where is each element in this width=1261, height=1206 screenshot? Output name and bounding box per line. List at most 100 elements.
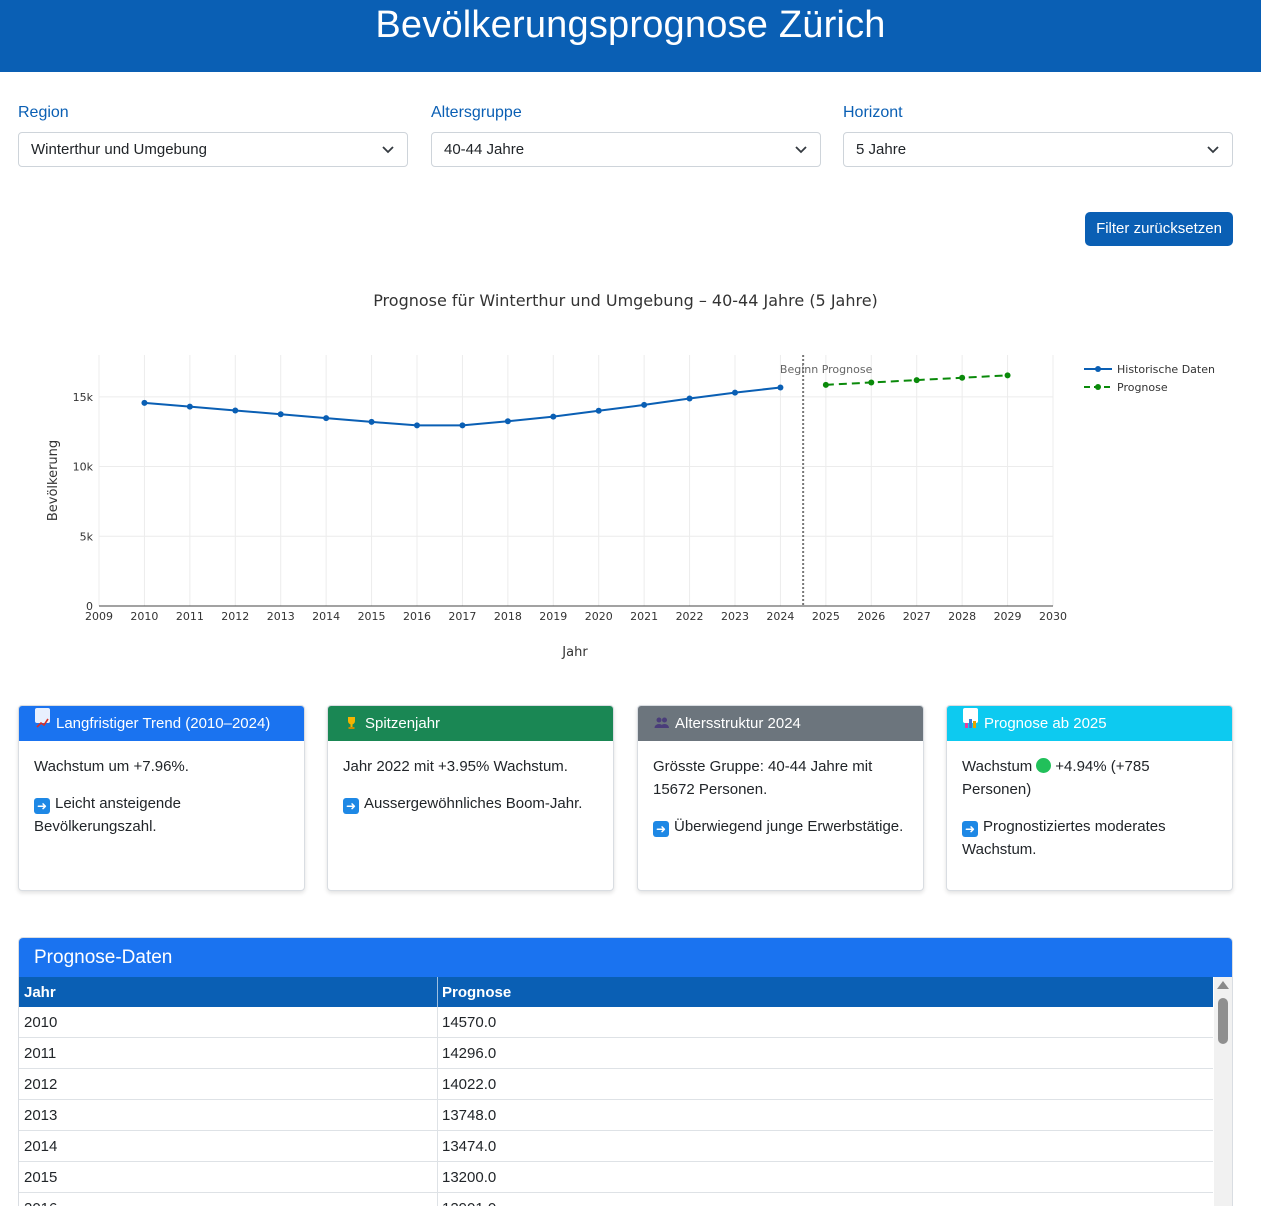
peak-year-card: Spitzenjahr Jahr 2022 mit +3.95% Wachstu…: [327, 705, 614, 891]
region-label: Region: [18, 104, 69, 121]
x-tick-label: 2015: [358, 610, 386, 623]
age-group-label: Altersgruppe: [431, 104, 522, 121]
historical-data-point: [141, 399, 148, 406]
cell-year: 2013: [24, 1107, 58, 1124]
horizon-select[interactable]: 5 Jahre: [843, 132, 1233, 167]
x-tick-label: 2028: [948, 610, 976, 623]
trend-card-header: Langfristiger Trend (2010–2024): [19, 706, 304, 741]
table-row: 2013 13748.0: [19, 1100, 1213, 1131]
x-tick-label: 2020: [585, 610, 613, 623]
table-row: 2010 14570.0: [19, 1007, 1213, 1038]
historical-data-point: [459, 422, 466, 429]
trophy-icon: [344, 708, 359, 729]
y-tick-label: 0: [86, 600, 93, 613]
table-row: 2015 13200.0: [19, 1162, 1213, 1193]
page-header: Bevölkerungsprognose Zürich: [0, 0, 1261, 72]
scroll-thumb[interactable]: [1218, 998, 1228, 1044]
region-select-value: Winterthur und Umgebung: [31, 141, 207, 158]
column-header-forecast[interactable]: Prognose: [442, 984, 511, 1001]
forecast-start-label: Beginn Prognose: [780, 363, 873, 376]
horizon-select-value: 5 Jahre: [856, 141, 907, 158]
y-axis-title: Bevölkerung: [46, 440, 61, 521]
cell-forecast: 13748.0: [442, 1107, 497, 1124]
x-tick-label: 2029: [994, 610, 1022, 623]
historical-data-point: [777, 384, 784, 391]
cell-year: 2011: [24, 1045, 57, 1062]
arrow-right-icon: ➜: [962, 821, 978, 837]
historical-data-point: [732, 389, 738, 396]
legend-swatch-marker: [1095, 384, 1101, 390]
forecast-card-header: Prognose ab 2025: [947, 706, 1232, 741]
arrow-right-icon: ➜: [653, 821, 669, 837]
y-tick-label: 10k: [73, 461, 94, 474]
trend-card: Langfristiger Trend (2010–2024) Wachstum…: [18, 705, 305, 891]
age-structure-card-note: Überwiegend junge Erwerbstätige.: [674, 818, 904, 835]
x-tick-label: 2017: [448, 610, 476, 623]
forecast-data-point: [822, 381, 829, 388]
trend-card-title: Langfristiger Trend (2010–2024): [56, 715, 271, 732]
table-header-row: Jahr Prognose: [19, 977, 1213, 1007]
age-structure-card: Altersstruktur 2024 Grösste Gruppe: 40-4…: [637, 705, 924, 891]
forecast-data-point: [868, 379, 875, 386]
cell-year: 2012: [24, 1076, 58, 1093]
cell-forecast: 14570.0: [442, 1014, 497, 1031]
forecast-data-table-card: Prognose-Daten Jahr Prognose 2010 14570.0…: [18, 937, 1233, 1206]
x-tick-label: 2011: [176, 610, 204, 623]
region-select[interactable]: Winterthur und Umgebung: [18, 132, 408, 167]
peak-year-card-note: Aussergewöhnliches Boom-Jahr.: [364, 795, 583, 812]
historical-data-point: [686, 395, 693, 402]
horizon-label: Horizont: [843, 104, 903, 121]
x-tick-label: 2026: [857, 610, 885, 623]
table-scrollbar[interactable]: [1214, 977, 1232, 1206]
cell-forecast: 13200.0: [442, 1169, 497, 1186]
age-group-select[interactable]: 40-44 Jahre: [431, 132, 821, 167]
table-row: 2014 13474.0: [19, 1131, 1213, 1162]
forecast-data-point: [913, 377, 920, 384]
forecast-data-table: Jahr Prognose 2010 14570.0 2011 14296.0 2012…: [19, 977, 1213, 1206]
column-header-year[interactable]: Jahr: [24, 984, 56, 1001]
historical-data-point: [595, 407, 602, 414]
historical-data-point: [414, 422, 420, 429]
cell-forecast: 14296.0: [442, 1045, 497, 1062]
x-axis-title: Jahr: [561, 645, 588, 660]
peak-year-card-header: Spitzenjahr: [328, 706, 613, 741]
x-tick-label: 2012: [221, 610, 249, 623]
peak-year-card-text: Jahr 2022 mit +3.95% Wachstum.: [343, 758, 568, 775]
y-tick-label: 5k: [80, 530, 94, 543]
cell-year: 2016: [24, 1200, 57, 1206]
x-tick-label: 2022: [676, 610, 704, 623]
historical-data-point: [504, 418, 511, 425]
chevron-down-icon: [795, 146, 807, 154]
x-tick-label: 2010: [130, 610, 158, 623]
chevron-down-icon: [382, 146, 394, 154]
reset-filters-button[interactable]: Filter zurücksetzen: [1085, 212, 1233, 246]
trend-card-text: Wachstum um +7.96%.: [34, 758, 189, 775]
historical-data-point: [232, 407, 239, 414]
chart-up-icon: [35, 708, 50, 728]
age-structure-card-header: Altersstruktur 2024: [638, 706, 923, 741]
x-tick-label: 2025: [812, 610, 840, 623]
historical-data-point: [323, 415, 330, 422]
bar-chart-icon: [963, 708, 978, 728]
legend-swatch-marker: [1095, 366, 1101, 372]
legend-label: Historische Daten: [1117, 363, 1215, 376]
x-tick-label: 2016: [403, 610, 431, 623]
forecast-card-label: Wachstum: [962, 758, 1033, 775]
arrow-right-icon: ➜: [34, 798, 50, 814]
cell-forecast: 13474.0: [442, 1138, 497, 1155]
forecast-card-title: Prognose ab 2025: [984, 715, 1107, 732]
historical-data-point: [641, 401, 648, 408]
x-tick-label: 2013: [267, 610, 295, 623]
forecast-card: Prognose ab 2025 Wachstum +4.94% (+785 Pe…: [946, 705, 1233, 891]
x-tick-label: 2019: [539, 610, 567, 623]
cell-year: 2015: [24, 1169, 58, 1186]
page-title: Bevölkerungsprognose Zürich: [375, 4, 886, 46]
cell-year: 2010: [24, 1014, 58, 1031]
x-tick-label: 2021: [630, 610, 658, 623]
forecast-data-point: [959, 374, 966, 381]
table-row: 2016 12901.0: [19, 1193, 1213, 1206]
scroll-up-arrow-icon[interactable]: [1217, 981, 1229, 989]
peak-year-card-title: Spitzenjahr: [365, 715, 441, 732]
historical-data-point: [186, 403, 193, 410]
age-structure-card-title: Altersstruktur 2024: [675, 715, 801, 732]
